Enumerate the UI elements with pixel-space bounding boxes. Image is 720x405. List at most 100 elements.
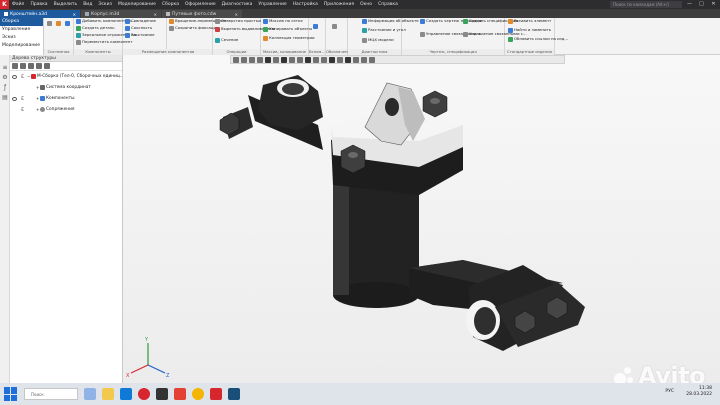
spec-icon [463,19,468,24]
info-icon [362,19,367,24]
menu-item-4[interactable]: Эскиз [95,2,115,7]
menu-item-5[interactable]: Моделирование [115,2,159,7]
ruler-icon [362,28,367,33]
collection-icon [263,36,268,41]
cmd-label: Коллекция геометрии [269,35,315,41]
menu-item-9[interactable]: Управление [255,2,289,7]
view-mode-icon[interactable] [20,63,26,69]
file-explorer-icon[interactable] [102,388,114,400]
menu-item-10[interactable]: Настройка [290,2,321,7]
insert-element-button[interactable]: Вставить элемент [508,19,551,24]
edit-lock-icon[interactable]: ℇ [21,107,24,113]
mode-sketch[interactable]: Эскиз [0,34,43,42]
collapse-icon[interactable]: − [27,74,30,79]
expand-icon[interactable] [36,63,42,69]
distance-angle-button[interactable]: Расстояние и угол [362,28,406,33]
save-button[interactable] [65,21,70,26]
app-taskbar-icon[interactable] [228,388,240,400]
simple-holes-button[interactable]: Отверстия простых [215,19,261,24]
tree-row-coordinate-system[interactable]: + Система координат [0,82,122,93]
tab-kronshtein[interactable]: Кронштейн.a3d ✕ [0,10,80,18]
new-doc-button[interactable] [47,21,52,26]
group-designations: Обозначения [326,18,352,55]
task-view-icon[interactable] [84,388,96,400]
menu-item-3[interactable]: Вид [80,2,95,7]
menu-item-7[interactable]: Оформление [182,2,219,7]
kompas-taskbar-icon[interactable] [210,388,222,400]
settings-icon[interactable] [44,63,50,69]
input-language[interactable]: РУС [665,389,674,395]
windows-start-icon[interactable] [4,387,18,401]
geometry-collection-button[interactable]: Коллекция геометрии [263,36,315,41]
menu-item-6[interactable]: Сборка [159,2,182,7]
designation-button[interactable] [332,24,337,29]
opera-icon[interactable] [138,388,150,400]
close-icon[interactable]: ✕ [708,0,719,9]
mode-assembly[interactable]: Сборка [0,18,43,26]
bracket-assembly-model[interactable]: Y X Z [123,55,720,383]
tab-drawing[interactable]: Путевые фото.cdw ✕ [162,10,242,18]
expand-icon[interactable]: + [36,107,39,112]
open-button[interactable] [56,21,61,26]
menu-item-12[interactable]: Окно [357,2,375,7]
tree-row-mates[interactable]: ℇ + Сопряжения [0,104,122,115]
menu-items: Файл Правка Выделить Вид Эскиз Моделирование С… [9,2,401,7]
menu-item-8[interactable]: Диагностика [219,2,256,7]
expand-icon[interactable]: + [36,96,39,101]
mass-icon [362,38,367,43]
menu-item-13[interactable]: Справка [375,2,401,7]
section-button[interactable]: Сечение [215,38,238,43]
model-viewport[interactable]: Y X Z [123,55,720,383]
tab-close-icon[interactable]: ✕ [154,12,157,17]
mass-properties-button[interactable]: МЦХ модели [362,38,394,43]
chrome-icon[interactable] [192,388,204,400]
new-icon [47,21,52,26]
menu-item-11[interactable]: Приложения [321,2,357,7]
copy-icon [263,27,268,32]
save-fixation-button[interactable]: Сохранить фиксацию [169,26,219,31]
tree-panel-title: Дерево структуры [0,55,122,62]
edit-lock-icon[interactable]: ℇ [21,74,24,80]
cmd-label: Отверстия простых [221,18,262,24]
tree-row-components[interactable]: ℇ + Компоненты [0,93,122,104]
tree-row-label: Система координат [46,85,91,90]
pin-icon [169,26,174,31]
copy-objects-button[interactable]: Копировать объекты [263,27,312,32]
menu-item-1[interactable]: Правка [27,2,50,7]
expand-icon[interactable]: + [36,85,39,90]
maximize-icon[interactable]: □ [696,0,707,9]
yandex-browser-icon[interactable] [174,388,186,400]
edit-lock-icon[interactable]: ℇ [21,96,24,102]
right-clamp-hole [474,307,496,335]
nut-front-left[interactable] [340,144,366,174]
visibility-eye-icon[interactable] [12,96,17,101]
distance-button[interactable]: Расстояние [125,33,154,38]
minimize-icon[interactable]: — [684,0,695,9]
steam-icon[interactable] [156,388,168,400]
tree-row-assembly[interactable]: ℇ − М-Сборка (Тел-0, Сборочных единиц... [0,71,124,82]
mode-modeling[interactable]: Моделирование [0,42,43,50]
tab-close-icon[interactable]: ✕ [235,12,238,17]
menu-item-0[interactable]: Файл [9,2,27,7]
clock-date[interactable]: 28.03.2022 [686,392,712,398]
grid-array-button[interactable]: Массив по сетке [263,19,303,24]
kompas-app-icon[interactable]: K [0,0,9,9]
concentric-button[interactable]: Соосность [125,26,152,31]
taskbar-search-input[interactable]: Поиск [24,388,78,400]
mode-management[interactable]: Управление [0,26,43,34]
visibility-eye-icon[interactable] [12,74,17,79]
tab-close-icon[interactable]: ✕ [73,12,76,17]
aux-geometry-button[interactable] [313,24,318,29]
coincidence-button[interactable]: Совпадение [125,19,156,24]
sort-icon[interactable] [28,63,34,69]
tree-row-label: М-Сборка (Тел-0, Сборочных единиц... [37,74,124,79]
document-tab-bar: Кронштейн.a3d ✕ Корпус.m3d ✕ Путевые фот… [0,9,720,18]
find-replace-button[interactable]: Найти и заменить [508,28,551,33]
menu-item-2[interactable]: Выделить [51,2,81,7]
update-links-button[interactable]: Обновить ссылки на изд... [508,37,568,42]
create-part-button[interactable]: Создать деталь [76,26,115,31]
command-search-input[interactable]: Поиск по командам (Alt+/) [610,1,682,8]
filter-icon[interactable] [12,63,18,69]
tab-korpus[interactable]: Корпус.m3d ✕ [81,10,161,18]
mail-icon[interactable] [120,388,132,400]
